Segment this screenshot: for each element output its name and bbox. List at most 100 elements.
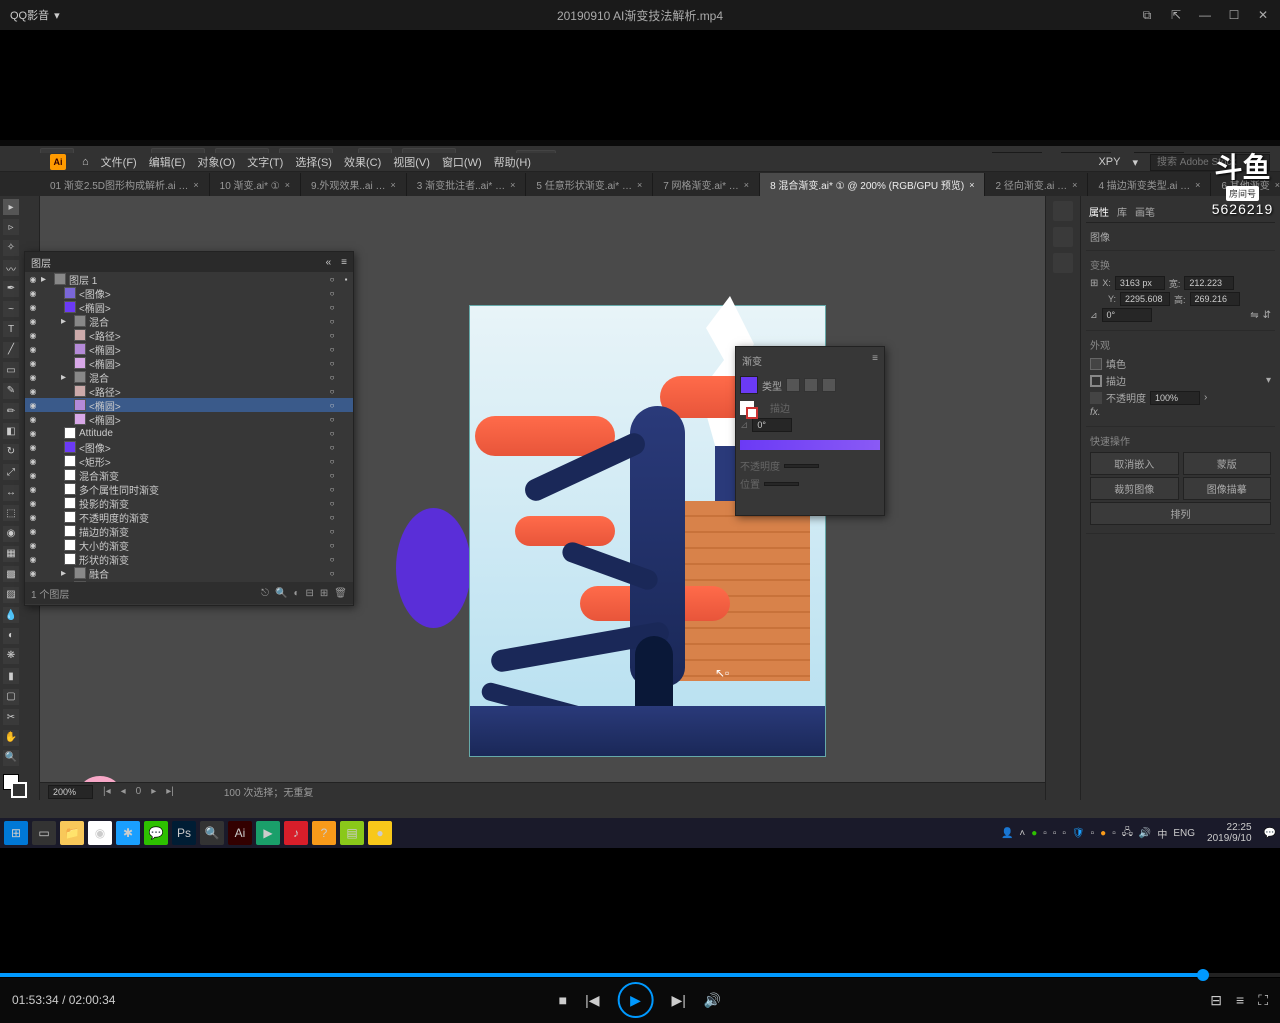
taskbar-illustrator[interactable]: Ai [228,821,252,845]
taskbar-wechat[interactable]: 💬 [144,821,168,845]
layer-row[interactable]: ◉▸融合○ [25,580,353,582]
btn-mask[interactable]: 蒙版 [1183,452,1272,475]
visibility-icon[interactable]: ◉ [25,303,41,312]
ime-indicator[interactable]: 中 [1157,826,1167,841]
zoom-tool[interactable]: 🔍 [3,750,19,766]
layer-name[interactable]: <椭圆> [89,342,325,357]
tray-icon[interactable]: ▫ [1043,828,1047,839]
menu-edit[interactable]: 编辑(E) [149,154,186,170]
line-tool[interactable]: ╱ [3,342,19,358]
tab-libraries[interactable]: 库 [1117,204,1127,219]
mask-icon[interactable]: ◐ [293,588,299,599]
layer-row[interactable]: ◉▸融合○ [25,566,353,580]
document-tab[interactable]: 8 混合渐变.ai* ① @ 200% (RGB/GPU 预览)× [760,173,985,196]
tray-up-icon[interactable]: ˄ [1019,828,1025,839]
layer-row[interactable]: ◉<椭圆>○ [25,342,353,356]
slice-tool[interactable]: ✂ [3,709,19,725]
close-tab-icon[interactable]: × [285,180,290,190]
nav-prev-icon[interactable]: ◂ [121,786,126,797]
taskbar-chrome[interactable]: ◉ [88,821,112,845]
target-icon[interactable]: ○ [325,527,339,536]
fx-label[interactable]: fx. [1090,407,1101,418]
new-layer-icon[interactable]: ⊞ [320,588,328,599]
tray-icon[interactable]: ● [1031,828,1037,839]
flip-v-icon[interactable]: ⇵ [1263,310,1271,321]
target-icon[interactable]: ○ [325,401,339,410]
eyedropper-tool[interactable]: 💧 [3,607,19,623]
chevron-down-icon[interactable]: ▾ [1266,375,1271,386]
layers-tab[interactable]: 图层 [31,255,51,270]
target-icon[interactable]: ○ [325,275,339,284]
trash-icon[interactable]: 🗑 [334,588,347,599]
target-icon[interactable]: ○ [325,499,339,508]
taskbar-dot[interactable]: ● [368,821,392,845]
prop-angle[interactable]: 0° [1102,308,1152,322]
shape-builder-tool[interactable]: ◉ [3,526,19,542]
taskbar-music[interactable]: ♪ [284,821,308,845]
close-tab-icon[interactable]: × [969,180,974,190]
visibility-icon[interactable]: ◉ [25,499,41,508]
nav-next-icon[interactable]: ▸ [151,786,156,797]
layer-name[interactable]: 多个属性同时渐变 [79,482,325,497]
visibility-icon[interactable]: ◉ [25,317,41,326]
layer-row[interactable]: ◉<椭圆>○ [25,398,353,412]
play-button[interactable]: ▶ [618,982,654,1018]
width-tool[interactable]: ↔ [3,485,19,501]
visibility-icon[interactable]: ◉ [25,527,41,536]
layer-name[interactable]: <椭圆> [79,300,325,315]
player-app-name[interactable]: QQ影音 [10,7,49,23]
graph-tool[interactable]: ▮ [3,668,19,684]
layer-name[interactable]: <矩形> [79,454,325,469]
layer-name[interactable]: <椭圆> [89,356,325,371]
prop-opacity[interactable]: 100% [1150,391,1200,405]
direct-selection-tool[interactable]: ▹ [3,219,19,235]
user-name[interactable]: XPY [1098,156,1120,168]
taskbar-task-view[interactable]: ▭ [32,821,56,845]
stop-location-input[interactable] [764,482,799,486]
artboard-number[interactable]: 0 [136,786,142,797]
visibility-icon[interactable]: ◉ [25,513,41,522]
home-icon[interactable]: ⌂ [82,156,89,168]
tray-icon[interactable]: ● [1100,828,1106,839]
panel-icon[interactable] [1053,201,1073,221]
taskbar-media[interactable]: ▶ [256,821,280,845]
tray-icon[interactable]: ▫ [1112,828,1116,839]
menu-effect[interactable]: 效果(C) [344,154,381,170]
magic-wand-tool[interactable]: ✧ [3,240,19,256]
rotate-tool[interactable]: ↻ [3,444,19,460]
target-icon[interactable]: ○ [325,541,339,550]
nav-last-icon[interactable]: ▸| [166,786,174,797]
layer-name[interactable]: 融合 [89,566,325,581]
visibility-icon[interactable]: ◉ [25,345,41,354]
tray-icon[interactable]: ▫ [1091,828,1095,839]
pin-icon[interactable]: ⇱ [1169,8,1183,22]
document-tab[interactable]: 3 渐变批注者..ai* …× [407,173,527,196]
target-icon[interactable]: ○ [325,569,339,578]
target-icon[interactable]: ○ [325,387,339,396]
document-tab[interactable]: 01 渐变2.5D图形构成解析.ai …× [40,173,210,196]
flip-h-icon[interactable]: ⇋ [1250,310,1258,321]
taskbar-app-blue[interactable]: ✱ [116,821,140,845]
panel-menu-icon[interactable]: ≡ [341,257,347,268]
panel-collapse-icon[interactable]: « [326,257,332,268]
freeform-gradient-icon[interactable] [822,378,836,392]
document-tab[interactable]: 10 渐变.ai* ①× [210,173,301,196]
layer-row[interactable]: ◉<图像>○ [25,286,353,300]
prop-h[interactable]: 269.216 [1190,292,1240,306]
stroke-swatch[interactable] [11,782,27,798]
close-tab-icon[interactable]: × [744,180,749,190]
visibility-icon[interactable]: ◉ [25,289,41,298]
chevron-down-icon[interactable]: ▾ [1132,156,1138,169]
gradient-tab[interactable]: 渐变 [742,353,762,368]
target-icon[interactable]: ○ [325,443,339,452]
layer-row[interactable]: ◉<图像>○ [25,440,353,454]
next-button[interactable]: ▶| [672,992,686,1009]
chevron-right-icon[interactable]: › [1204,392,1207,403]
layer-row[interactable]: ◉<椭圆>○ [25,300,353,314]
layer-name[interactable]: 混合 [89,314,325,329]
layer-name[interactable]: 混合 [89,370,325,385]
layer-row[interactable]: ◉<矩形>○ [25,454,353,468]
taskbar-explorer[interactable]: 📁 [60,821,84,845]
tray-network-icon[interactable]: 🖧 [1122,825,1133,842]
locate-icon[interactable]: ⎋ [261,588,269,599]
